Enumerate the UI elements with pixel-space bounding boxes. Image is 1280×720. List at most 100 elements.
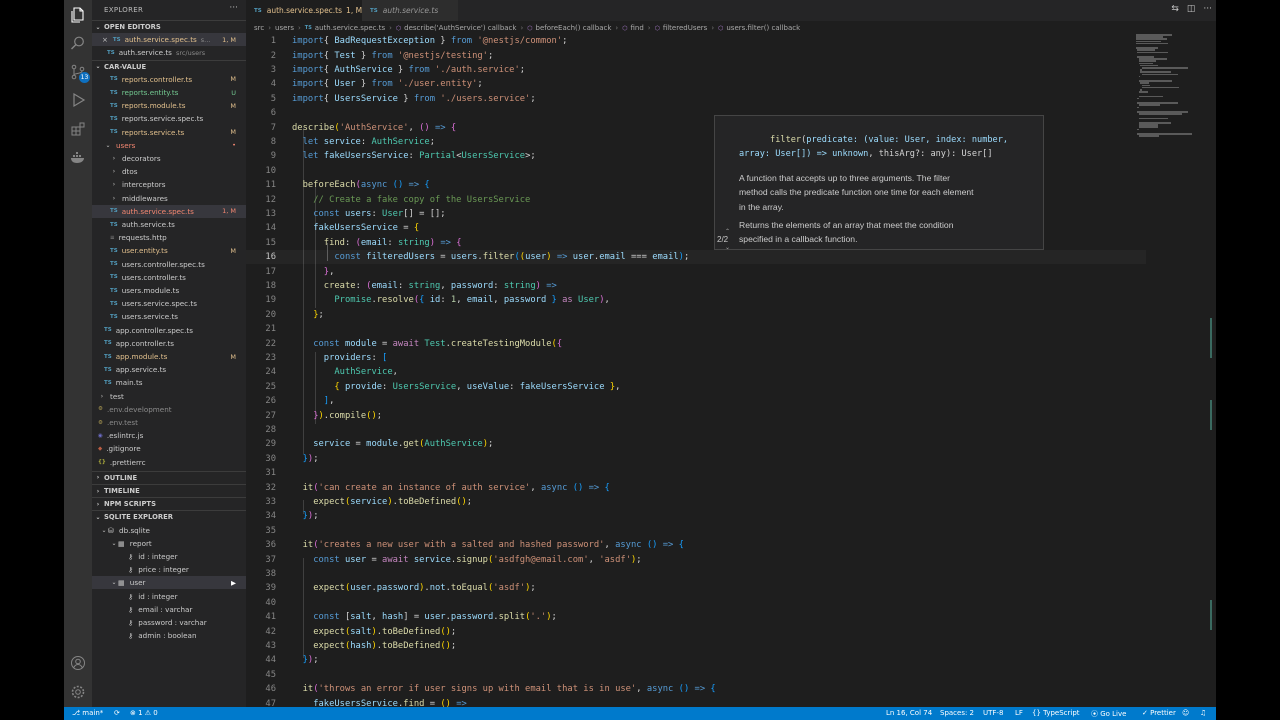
prettier-status[interactable]: ✓ Prettier (1142, 709, 1176, 717)
code-line[interactable]: 43 expect(hash).toBeDefined(); (246, 639, 1146, 653)
code-line[interactable]: 23 providers: [ (246, 351, 1146, 365)
file-item[interactable]: ≡ requests.http (92, 231, 246, 244)
npm-scripts-section[interactable]: › NPM SCRIPTS (92, 497, 246, 510)
code-line[interactable]: 16 const filteredUsers = users.filter((u… (246, 250, 1146, 264)
code-line[interactable]: 28 (246, 423, 1146, 437)
file-item[interactable]: TS reports.service.spec.ts (92, 112, 246, 125)
breadcrumb-item[interactable]: users.filter() callback (726, 24, 800, 32)
file-item[interactable]: TS app.controller.ts (92, 337, 246, 350)
code-line[interactable]: 25 { provide: UsersService, useValue: fa… (246, 380, 1146, 394)
file-item[interactable]: TS user.entity.ts M (92, 244, 246, 257)
code-line[interactable]: 36 it('creates a new user with a salted … (246, 538, 1146, 552)
folder-item[interactable]: › test (92, 390, 246, 403)
settings-icon[interactable] (68, 682, 88, 702)
code-line[interactable]: 27 }).compile(); (246, 408, 1146, 422)
code-line[interactable]: 24 AuthService, (246, 365, 1146, 379)
file-item[interactable]: TS main.ts (92, 376, 246, 389)
code-line[interactable]: 31 (246, 466, 1146, 480)
outline-section[interactable]: › OUTLINE (92, 470, 246, 484)
more-icon[interactable]: ··· (1203, 4, 1212, 14)
compare-icon[interactable]: ⇆ (1171, 4, 1179, 14)
folder-item[interactable]: › interceptors (92, 178, 246, 191)
indentation[interactable]: Spaces: 2 (940, 709, 974, 717)
overload-pager[interactable]: ⌃ 2/2 ⌄ (717, 228, 730, 251)
code-line[interactable]: 33 expect(service).toBeDefined(); (246, 495, 1146, 509)
sqlite-explorer-section[interactable]: ⌄ SQLITE EXPLORER (92, 510, 246, 523)
folder-item[interactable]: › decorators (92, 152, 246, 165)
sync-icon[interactable]: ⟳ (114, 709, 120, 717)
code-line[interactable]: 45 (246, 668, 1146, 682)
breadcrumb-item[interactable]: describe('AuthService') callback (404, 24, 516, 32)
code-line[interactable]: 3 import{ AuthService } from './auth.serv… (246, 63, 1146, 77)
sqlite-col-item[interactable]: ⚷ price : integer (92, 563, 246, 576)
file-item[interactable]: ◆ .gitignore (92, 442, 246, 455)
file-item[interactable]: ◉ .eslintrc.js (92, 429, 246, 442)
code-line[interactable]: 34 }); (246, 509, 1146, 523)
code-line[interactable]: 22 const module = await Test.createTesti… (246, 336, 1146, 350)
notifications-icon[interactable]: ♫ (1200, 709, 1206, 717)
file-item[interactable]: {} .prettierrc (92, 456, 246, 469)
code-line[interactable]: 20 }; (246, 308, 1146, 322)
search-icon[interactable] (68, 33, 88, 53)
language-mode[interactable]: {} TypeScript (1032, 709, 1080, 717)
cursor-position[interactable]: Ln 16, Col 74 (886, 709, 932, 717)
sqlite-col-item[interactable]: ⚷ password : varchar (92, 616, 246, 629)
file-item[interactable]: TS reports.entity.ts U (92, 86, 246, 99)
run-debug-icon[interactable] (68, 90, 88, 110)
project-section[interactable]: ⌄ CAR-VALUE (92, 59, 246, 73)
file-item[interactable]: TS users.service.spec.ts (92, 297, 246, 310)
code-line[interactable]: 38 (246, 567, 1146, 581)
close-icon[interactable]: × (102, 36, 108, 44)
code-line[interactable]: 35 (246, 524, 1146, 538)
code-line[interactable]: 4 import{ User } from './user.entity'; (246, 77, 1146, 91)
problems-indicator[interactable]: ⊗ 1 ⚠ 0 (130, 709, 158, 717)
line-ending[interactable]: LF (1015, 709, 1023, 717)
folder-item[interactable]: › dtos (92, 165, 246, 178)
code-line[interactable]: 21 (246, 322, 1146, 336)
code-line[interactable]: 46 it('throws an error if user signs up … (246, 682, 1146, 696)
code-line[interactable]: 32 it('can create an instance of auth se… (246, 480, 1146, 494)
file-item[interactable]: TS app.service.ts (92, 363, 246, 376)
go-live-button[interactable]: ⦿ Go Live (1091, 709, 1126, 719)
file-item[interactable]: TS reports.module.ts M (92, 99, 246, 112)
code-line[interactable]: 30 }); (246, 452, 1146, 466)
file-item[interactable]: TS users.controller.spec.ts (92, 258, 246, 271)
file-item[interactable]: TS auth.service.spec.ts 1, M (92, 204, 246, 218)
open-editor-item[interactable]: TS auth.service.ts src/users (92, 46, 246, 59)
file-item[interactable]: TS auth.service.ts (92, 218, 246, 231)
code-line[interactable]: 41 const [salt, hash] = user.password.sp… (246, 610, 1146, 624)
breadcrumb-item[interactable]: auth.service.spec.ts (315, 24, 385, 32)
code-line[interactable]: 18 create: (email: string, password: str… (246, 279, 1146, 293)
timeline-section[interactable]: › TIMELINE (92, 484, 246, 497)
files-icon[interactable] (68, 5, 88, 25)
sqlite-col-item[interactable]: ⚷ email : varchar (92, 603, 246, 616)
breadcrumb-item[interactable]: filteredUsers (663, 24, 707, 32)
file-item[interactable]: TS users.controller.ts (92, 271, 246, 284)
extensions-icon[interactable] (68, 119, 88, 139)
file-item[interactable]: TS app.controller.spec.ts (92, 324, 246, 337)
file-item[interactable]: TS reports.service.ts M (92, 126, 246, 139)
sqlite-db-item[interactable]: ⌄ ⛁ db.sqlite (92, 524, 246, 537)
code-line[interactable]: 37 const user = await service.signup('as… (246, 552, 1146, 566)
branch-indicator[interactable]: ⎇ main* (72, 709, 103, 717)
file-item[interactable]: TS app.module.ts M (92, 350, 246, 363)
code-line[interactable]: 17 }, (246, 264, 1146, 278)
chevron-up-icon[interactable]: ⌃ (725, 228, 730, 235)
code-line[interactable]: 40 (246, 596, 1146, 610)
code-line[interactable]: 26 ], (246, 394, 1146, 408)
sqlite-table-item[interactable]: ⌄ ▦ report (92, 537, 246, 550)
minimap[interactable] (1136, 34, 1206, 144)
feedback-icon[interactable]: ☺ (1182, 709, 1189, 717)
code-line[interactable]: 42 expect(salt).toBeDefined(); (246, 624, 1146, 638)
file-item[interactable]: ⚙ .env.test (92, 416, 246, 429)
code-line[interactable]: 29 service = module.get(AuthService); (246, 437, 1146, 451)
breadcrumb-item[interactable]: src (254, 24, 264, 32)
breadcrumb-item[interactable]: beforeEach() callback (536, 24, 612, 32)
tab-auth-service-spec[interactable]: TS auth.service.spec.ts 1, M (246, 0, 362, 21)
sqlite-col-item[interactable]: ⚷ admin : boolean (92, 629, 246, 642)
breadcrumb-item[interactable]: users (275, 24, 294, 32)
code-line[interactable]: 44 }); (246, 653, 1146, 667)
code-line[interactable]: 39 expect(user.password).not.toEqual('as… (246, 581, 1146, 595)
file-item[interactable]: TS users.service.ts (92, 310, 246, 323)
open-editor-item[interactable]: × TS auth.service.spec.ts s... 1, M (92, 33, 246, 47)
